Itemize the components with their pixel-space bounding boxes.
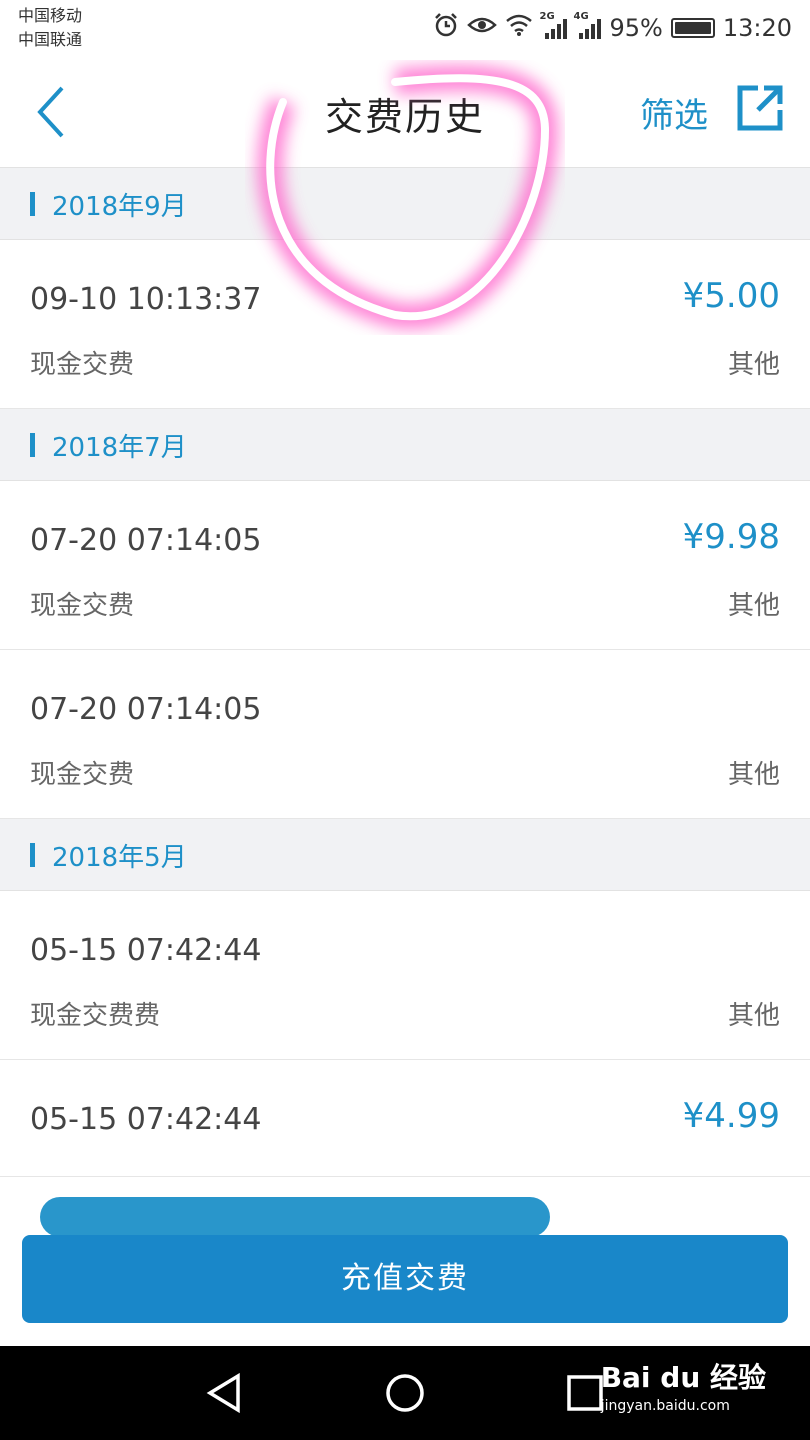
payment-type: 现金交费	[30, 760, 135, 790]
battery-icon	[670, 18, 715, 38]
payment-category: 其他	[727, 350, 780, 380]
clock: 13:20	[722, 14, 792, 42]
eye-comfort-icon	[467, 14, 498, 42]
nav-home-icon[interactable]	[380, 1368, 430, 1418]
list-item[interactable]: 07-20 07:14:05 现金交费 其他	[0, 650, 810, 819]
payment-amount: ¥4.99	[682, 1096, 780, 1136]
month-label: 2018年7月	[52, 433, 187, 463]
payment-type: 现金交费费	[30, 1001, 161, 1031]
alarm-icon	[433, 12, 459, 44]
carrier-2: 中国联通	[18, 30, 83, 49]
month-header: 2018年7月	[0, 409, 810, 481]
month-label: 2018年9月	[52, 192, 187, 222]
recharge-button[interactable]: 充值交费	[22, 1235, 788, 1323]
payment-time: 05-15 07:42:44	[30, 1102, 262, 1137]
battery-percent: 95%	[609, 14, 663, 42]
list-item[interactable]: 09-10 10:13:37 ¥5.00 现金交费 其他	[0, 240, 810, 409]
wifi-icon	[505, 13, 533, 43]
month-label: 2018年5月	[52, 843, 187, 873]
payment-time: 09-10 10:13:37	[30, 282, 262, 317]
list-item[interactable]: 05-15 07:42:44 现金交费费 其他	[0, 891, 810, 1060]
payment-category: 其他	[727, 1001, 780, 1031]
list-item[interactable]: 07-20 07:14:05 ¥9.98 现金交费 其他	[0, 481, 810, 650]
bottom-action-area: 充值交费	[0, 1176, 810, 1346]
nav-back-icon[interactable]	[200, 1368, 250, 1418]
payment-history-list: 2018年9月 09-10 10:13:37 ¥5.00 现金交费 其他 201…	[0, 168, 810, 1229]
baidu-watermark-logo: Bai du 经验 jingyan.baidu.com	[601, 1356, 766, 1414]
signal-2g-icon: 2G	[539, 11, 568, 39]
system-nav-bar: Bai du 经验 jingyan.baidu.com	[0, 1346, 810, 1440]
payment-type: 现金交费	[30, 350, 135, 380]
status-bar: 中国移动 中国联通 2G 4G 95% 13:20	[0, 0, 810, 56]
carrier-1: 中国移动	[18, 6, 83, 25]
payment-time: 07-20 07:14:05	[30, 523, 262, 558]
status-icons: 2G 4G 95% 13:20	[433, 10, 792, 46]
app-header: 交费历史 筛选	[0, 56, 810, 168]
payment-time: 05-15 07:42:44	[30, 933, 262, 968]
payment-amount: ¥9.98	[682, 517, 780, 557]
payment-category: 其他	[727, 760, 780, 790]
watermark-url: jingyan.baidu.com	[600, 1398, 730, 1414]
filter-button[interactable]: 筛选	[640, 88, 708, 137]
payment-category: 其他	[727, 591, 780, 621]
month-header: 2018年5月	[0, 819, 810, 891]
redaction-smear	[40, 1197, 550, 1237]
payment-time: 07-20 07:14:05	[30, 692, 262, 727]
month-marker	[30, 433, 35, 457]
payment-type: 现金交费	[30, 591, 135, 621]
month-marker	[30, 843, 35, 867]
signal-4g-icon: 4G	[573, 11, 602, 39]
share-icon[interactable]	[734, 82, 786, 134]
watermark-brand: Bai du 经验	[600, 1361, 766, 1394]
payment-amount: ¥5.00	[682, 276, 780, 316]
month-header: 2018年9月	[0, 168, 810, 240]
month-marker	[30, 192, 35, 216]
